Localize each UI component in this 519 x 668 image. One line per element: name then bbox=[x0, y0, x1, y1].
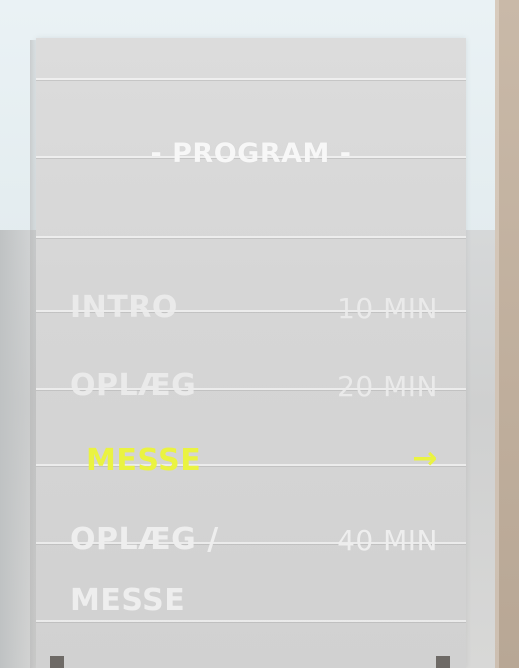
board-leg-left bbox=[50, 656, 64, 668]
program-item-oplaeg-time: 20 MIN bbox=[337, 370, 438, 403]
program-item-oplaeg-messe-time: 40 MIN bbox=[337, 524, 438, 557]
door-frame bbox=[499, 0, 519, 668]
arrow-right-icon: → bbox=[412, 441, 438, 476]
board-slat bbox=[36, 620, 466, 668]
program-title: - PROGRAM - bbox=[150, 138, 352, 169]
program-item-intro-label: INTRO bbox=[70, 290, 178, 325]
program-board: - PROGRAM - INTRO 10 MIN OPLÆG 20 MIN ME… bbox=[36, 38, 466, 668]
program-item-oplaeg-messe-label-line1: OPLÆG / bbox=[70, 522, 219, 557]
program-item-intro-time: 10 MIN bbox=[337, 292, 438, 325]
program-item-oplaeg-label: OPLÆG bbox=[70, 368, 197, 403]
program-item-messe-label: MESSE bbox=[86, 443, 202, 478]
program-item-oplaeg-messe-label-line2: MESSE bbox=[70, 583, 186, 618]
board-leg-right bbox=[436, 656, 450, 668]
